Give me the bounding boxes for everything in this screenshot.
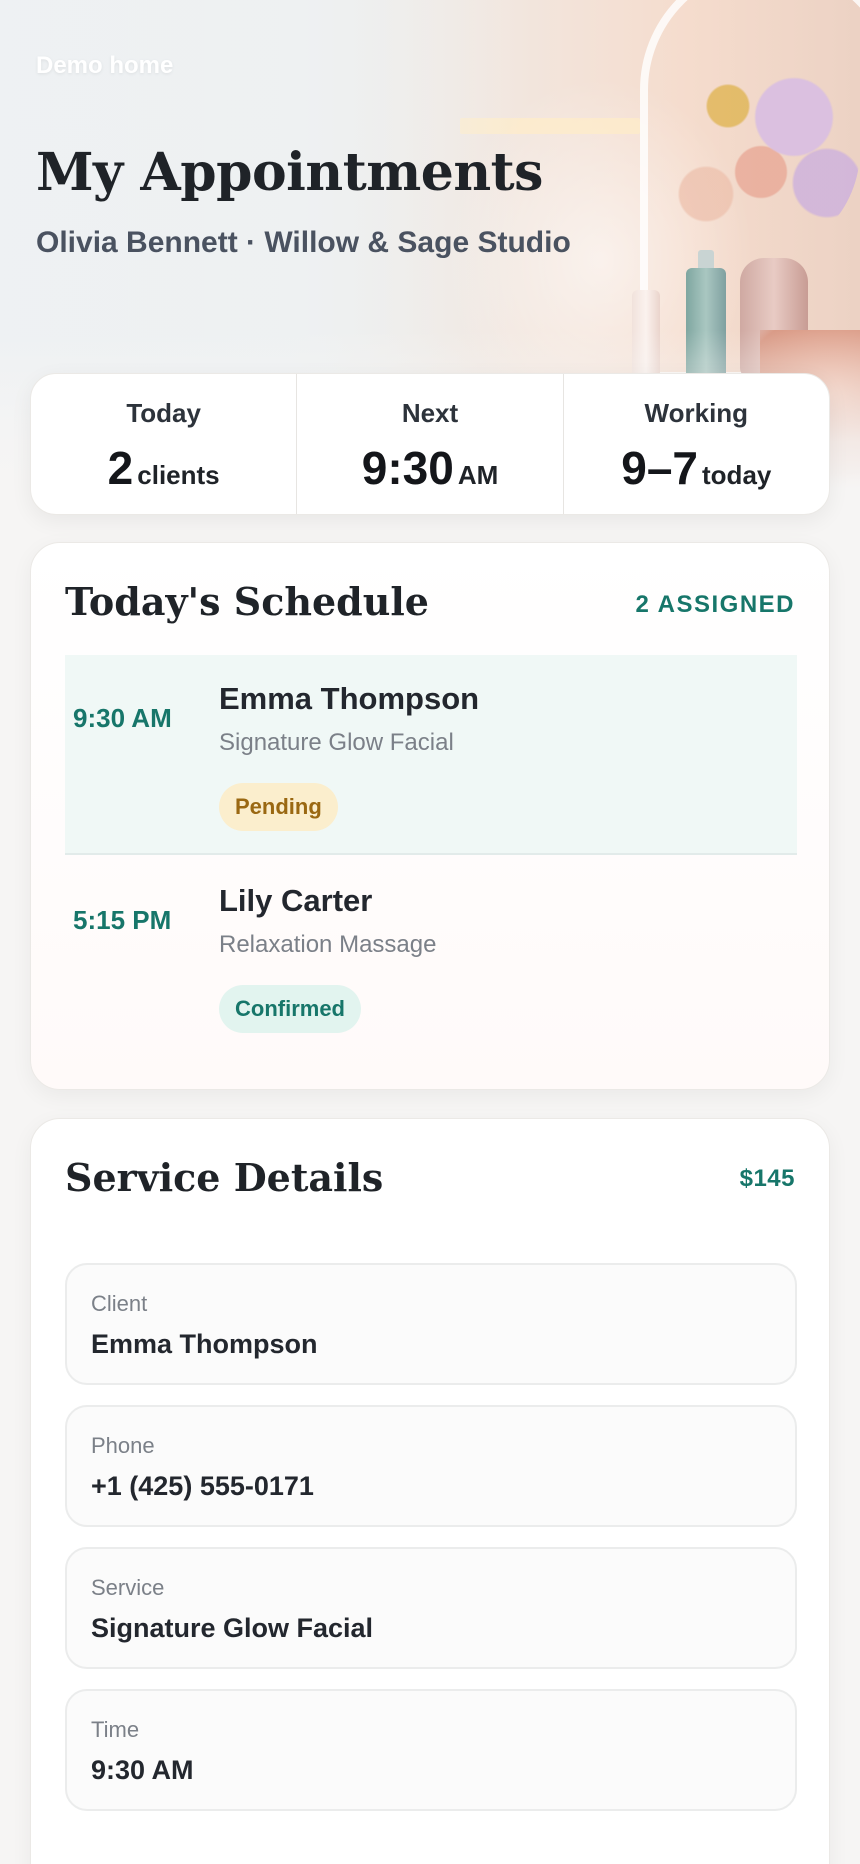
service-field: Service Signature Glow Facial xyxy=(65,1547,797,1669)
service-price: $145 xyxy=(739,1165,795,1192)
field-label: Phone xyxy=(91,1433,155,1458)
field-label: Time xyxy=(91,1717,140,1742)
appointment-time: 9:30 AM xyxy=(73,703,172,733)
stats-summary: Today 2 clients Next 9:30 AM Working 9–7 to… xyxy=(30,373,830,515)
service-details-card: Service Details $145 Client Emma Thompso… xyxy=(30,1118,830,1864)
field-value: Signature Glow Facial xyxy=(91,1613,374,1643)
appointment-service: Relaxation Massage xyxy=(219,931,437,958)
details-title: Service Details xyxy=(65,1155,384,1200)
stat-next: Next 9:30 AM xyxy=(296,374,562,514)
stat-label: Working xyxy=(644,398,749,428)
appointment-client-name: Emma Thompson xyxy=(219,681,480,716)
phone-field: Phone +1 (425) 555-0171 xyxy=(65,1405,797,1527)
stat-number: 9–7 xyxy=(621,442,699,494)
client-field: Client Emma Thompson xyxy=(65,1263,797,1385)
stat-value: 9:30 AM xyxy=(297,441,562,495)
status-badge-pending: Pending xyxy=(219,783,338,831)
field-label: Service xyxy=(91,1575,165,1600)
appointment-service: Signature Glow Facial xyxy=(219,729,454,756)
field-label: Client xyxy=(91,1291,148,1316)
status-badge-confirmed: Confirmed xyxy=(219,985,361,1033)
stat-unit: today xyxy=(702,460,772,490)
stat-value: 2 clients xyxy=(31,441,296,495)
stat-label: Today xyxy=(126,398,201,428)
stat-unit: clients xyxy=(137,460,220,490)
stat-label: Next xyxy=(401,398,459,428)
time-field: Time 9:30 AM xyxy=(65,1689,797,1811)
field-value: +1 (425) 555-0171 xyxy=(91,1471,314,1501)
demo-home-link[interactable]: Demo home xyxy=(36,52,173,80)
stat-working: Working 9–7 today xyxy=(562,374,829,514)
field-value: 9:30 AM xyxy=(91,1755,194,1785)
appointment-time: 5:15 PM xyxy=(73,905,172,935)
stat-value: 9–7 today xyxy=(564,441,829,495)
page-title: My Appointments xyxy=(36,142,543,203)
stat-unit: AM xyxy=(457,460,499,490)
assigned-count: 2 ASSIGNED xyxy=(635,591,795,618)
stat-number: 9:30 xyxy=(361,442,454,494)
stat-today: Today 2 clients xyxy=(31,374,296,514)
schedule-card: Today's Schedule 2 ASSIGNED 9:30 AM Emma… xyxy=(30,542,830,1090)
stat-number: 2 xyxy=(107,442,134,494)
hero-flowers-decoration xyxy=(640,40,860,260)
appointment-row[interactable]: 9:30 AM Emma Thompson Signature Glow Fac… xyxy=(65,655,797,855)
schedule-title: Today's Schedule xyxy=(65,579,429,624)
field-value: Emma Thompson xyxy=(91,1329,318,1359)
appointment-row[interactable]: 5:15 PM Lily Carter Relaxation Massage C… xyxy=(65,857,797,1057)
appointment-client-name: Lily Carter xyxy=(219,883,373,918)
page-subtitle: Olivia Bennett · Willow & Sage Studio xyxy=(36,226,571,259)
